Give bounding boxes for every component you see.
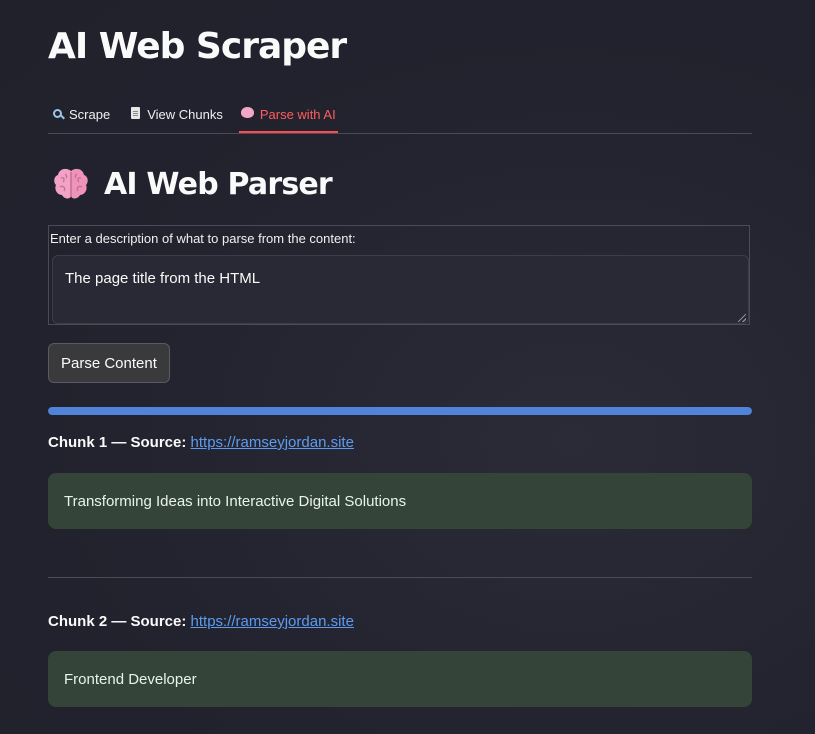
chunk-2-result-text: Frontend Developer xyxy=(64,670,197,688)
tab-parse-with-ai[interactable]: Parse with AI xyxy=(238,96,338,133)
page-icon xyxy=(128,106,142,122)
magnifying-glass-icon xyxy=(50,107,64,121)
chunk-2-result: Frontend Developer xyxy=(48,651,752,707)
parse-content-button[interactable]: Parse Content xyxy=(48,343,170,383)
brain-icon xyxy=(52,166,90,202)
section-title: AI Web Parser xyxy=(104,166,333,202)
tab-view-chunks[interactable]: View Chunks xyxy=(126,96,225,132)
chunk-2-heading-prefix: Chunk 2 — Source: xyxy=(48,613,187,630)
tab-parse-with-ai-label: Parse with AI xyxy=(259,106,336,122)
progress-bar-fill xyxy=(48,407,752,415)
chunk-2-heading: Chunk 2 — Source: https://ramseyjordan.s… xyxy=(48,613,354,630)
app-title: AI Web Scraper xyxy=(48,26,347,67)
chunk-1-result: Transforming Ideas into Interactive Digi… xyxy=(48,473,752,529)
chunk-1-result-text: Transforming Ideas into Interactive Digi… xyxy=(64,492,407,510)
app-page: AI Web Scraper Scrape View Chunks Parse … xyxy=(0,0,815,734)
chunk-divider xyxy=(48,577,752,578)
parse-description-input[interactable]: The page title from the HTML xyxy=(52,255,749,324)
parse-description-label: Enter a description of what to parse fro… xyxy=(50,231,356,246)
chunk-2-source-link[interactable]: https://ramseyjordan.site xyxy=(191,613,354,630)
tab-bar: Scrape View Chunks Parse with AI xyxy=(48,96,752,134)
parse-description-block: Enter a description of what to parse fro… xyxy=(48,225,750,325)
brain-icon xyxy=(241,107,255,121)
tab-scrape[interactable]: Scrape xyxy=(48,96,112,132)
chunk-1-heading: Chunk 1 — Source: https://ramseyjordan.s… xyxy=(48,434,354,451)
tab-scrape-label: Scrape xyxy=(69,106,111,122)
tab-view-chunks-label: View Chunks xyxy=(147,106,223,122)
progress-bar xyxy=(48,407,752,415)
section-heading: AI Web Parser xyxy=(52,166,333,202)
chunk-1-source-link[interactable]: https://ramseyjordan.site xyxy=(191,434,354,451)
chunk-1-heading-prefix: Chunk 1 — Source: xyxy=(48,434,187,451)
resize-handle-icon[interactable] xyxy=(738,314,746,322)
